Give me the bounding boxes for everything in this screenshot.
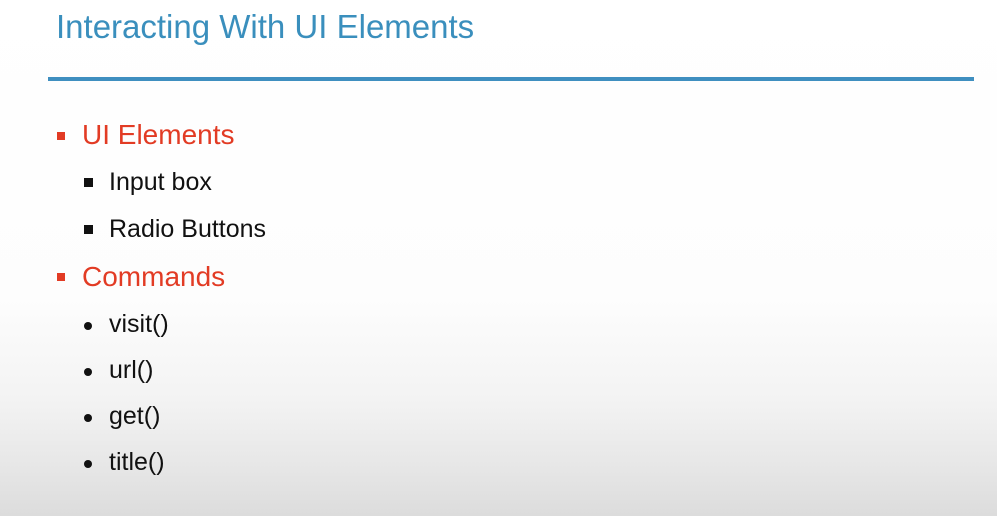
round-bullet-icon [84, 368, 92, 376]
black-square-bullet-icon [84, 225, 93, 234]
list-item: Input box [109, 168, 212, 196]
list-item: Radio Buttons [109, 215, 267, 243]
round-bullet-icon [84, 322, 92, 330]
red-square-bullet-icon [57, 273, 65, 281]
round-bullet-icon [84, 414, 92, 422]
list-item: url() [109, 356, 154, 384]
title-divider [48, 77, 974, 81]
black-square-bullet-icon [84, 178, 93, 187]
list-item: visit() [109, 310, 169, 338]
section-label: Commands [82, 261, 226, 292]
list-item: title() [109, 448, 165, 476]
red-square-bullet-icon [57, 132, 65, 140]
list-item: get() [109, 402, 161, 430]
round-bullet-icon [84, 460, 92, 468]
section-label: UI Elements [82, 119, 235, 150]
slide-title: Interacting With UI Elements [56, 8, 475, 45]
